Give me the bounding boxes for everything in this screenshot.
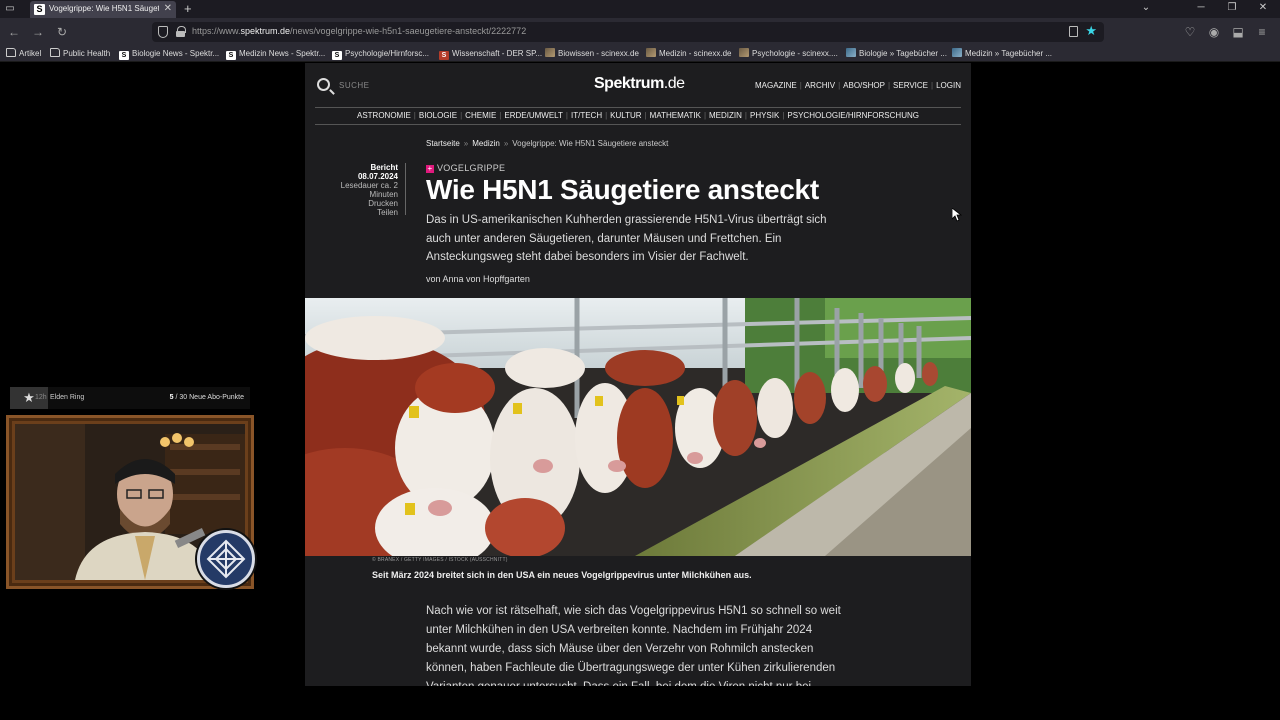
breadcrumb-current: Vogelgrippe: Wie H5N1 Säugetiere ansteck… (512, 139, 669, 148)
reader-view-icon[interactable] (1069, 26, 1078, 37)
url-bar[interactable]: https://www.spektrum.de/news/vogelgrippe… (152, 22, 1104, 42)
nav-mathematik[interactable]: MATHEMATIK (650, 111, 701, 120)
article-type: Bericht (370, 163, 398, 172)
bookmark-medizin-spektrum[interactable]: S Medizin News - Spektr... (226, 48, 325, 60)
reading-time: Lesedauer ca. 2 Minuten (340, 181, 398, 199)
bookmark-public-health[interactable]: Public Health (50, 48, 110, 60)
bookmarks-toolbar: Artikel Public Health S Biologie News - S… (0, 46, 1280, 62)
back-icon[interactable]: ← (8, 26, 20, 38)
image-caption: Seit März 2024 breitet sich in den USA e… (372, 570, 752, 580)
cows-photo (305, 298, 971, 556)
spektrum-favicon: S (226, 51, 236, 60)
close-window-icon[interactable]: ✕ (1256, 2, 1270, 13)
search-icon[interactable] (317, 78, 330, 91)
link-magazine[interactable]: MAGAZINE (755, 81, 797, 90)
tab-title: Vogelgrippe: Wie H5N1 Säugeti (49, 4, 159, 13)
category-nav: ASTRONOMIE | BIOLOGIE | CHEMIE | ERDE/UMWELT | I… (357, 111, 919, 120)
spektrum-favicon: S (332, 51, 342, 60)
nav-biologie[interactable]: BIOLOGIE (419, 111, 457, 120)
menu-icon[interactable]: ≡ (1256, 26, 1268, 38)
new-tab-icon[interactable]: + (184, 1, 192, 16)
nav-kultur[interactable]: KULTUR (610, 111, 641, 120)
image-credit: © BRANEX / GETTY IMAGES / ISTOCK (AUSSCH… (372, 557, 508, 563)
bookmark-biologie-scilogs[interactable]: Biologie » Tagebücher ... (846, 48, 947, 60)
tab-favicon: S (34, 4, 45, 15)
tab-bar: ▭ S Vogelgrippe: Wie H5N1 Säugeti ✕ + ⌄ … (0, 0, 1280, 18)
plus-badge-icon: + (426, 164, 434, 173)
spiegel-favicon: S (439, 51, 449, 60)
scinexx-favicon (739, 48, 749, 57)
nav-it-tech[interactable]: IT/TECH (571, 111, 602, 120)
pocket-icon[interactable]: ♡ (1184, 26, 1196, 38)
meta-divider (405, 163, 406, 215)
link-abo-shop[interactable]: ABO/SHOP (843, 81, 885, 90)
bookmark-biologie-spektrum[interactable]: S Biologie News - Spektr... (119, 48, 219, 60)
nav-physik[interactable]: PHYSIK (750, 111, 779, 120)
divider (315, 107, 961, 108)
bookmark-psychologie-spektrum[interactable]: S Psychologie/Hirnforsc... (332, 48, 429, 60)
tab-list-icon[interactable]: ▭ (4, 3, 16, 15)
chevron-down-icon[interactable]: ⌄ (1139, 2, 1153, 13)
folder-icon (50, 48, 60, 57)
share-link[interactable]: Teilen (325, 208, 398, 217)
stream-info-bar: 12h Elden Ring 5 / 30 Neue Abo-Punkte (35, 387, 250, 409)
channel-emblem-icon (197, 530, 255, 588)
print-link[interactable]: Drucken (325, 199, 398, 208)
scilogs-favicon (846, 48, 856, 57)
minimize-icon[interactable]: ─ (1194, 2, 1208, 13)
bookmark-medizin-scilogs[interactable]: Medizin » Tagebücher ... (952, 48, 1052, 60)
link-login[interactable]: LOGIN (936, 81, 961, 90)
article-author[interactable]: von Anna von Hopffgarten (426, 274, 530, 284)
nav-chemie[interactable]: CHEMIE (465, 111, 496, 120)
spektrum-favicon: S (119, 51, 129, 60)
account-icon[interactable]: ◉ (1208, 26, 1220, 38)
bookmark-medizin-scinexx[interactable]: Medizin - scinexx.de (646, 48, 731, 60)
shield-icon[interactable] (158, 26, 168, 38)
stream-game: Elden Ring (50, 394, 85, 401)
nav-medizin[interactable]: MEDIZIN (709, 111, 742, 120)
tab-close-icon[interactable]: ✕ (164, 3, 172, 14)
breadcrumb-home[interactable]: Startseite (426, 139, 460, 148)
scinexx-favicon (545, 48, 555, 57)
article-lead: Das in US-amerikanischen Kuhherden grass… (426, 214, 827, 263)
navigation-bar: ← → ↻ https://www.spektrum.de/news/vogel… (0, 18, 1280, 46)
restore-icon[interactable]: ❐ (1225, 2, 1239, 13)
article-body: Nach wie vor ist rätselhaft, wie sich da… (426, 605, 841, 686)
hero-image (305, 298, 971, 556)
bookmark-biowissen-scinexx[interactable]: Biowissen - scinexx.de (545, 48, 639, 60)
divider (315, 124, 961, 125)
header-links: MAGAZINE | ARCHIV | ABO/SHOP | SERVICE | LOGIN (754, 81, 961, 90)
article-meta: Bericht 08.07.2024 Lesedauer ca. 2 Minut… (325, 163, 398, 217)
folder-icon (6, 48, 16, 57)
link-service[interactable]: SERVICE (893, 81, 928, 90)
nav-erde-umwelt[interactable]: ERDE/UMWELT (504, 111, 563, 120)
active-tab[interactable]: S Vogelgrippe: Wie H5N1 Säugeti ✕ (30, 1, 176, 18)
bookmark-psychologie-scinexx[interactable]: Psychologie - scinexx.... (739, 48, 838, 60)
lock-icon[interactable] (176, 26, 186, 37)
article-date: 08.07.2024 (357, 172, 398, 181)
nav-psychologie[interactable]: PSYCHOLOGIE/HIRNFORSCHUNG (787, 111, 919, 120)
breadcrumb-medizin[interactable]: Medizin (472, 139, 500, 148)
extensions-icon[interactable]: ⬓ (1232, 26, 1244, 38)
article-kicker: + VOGELGRIPPE (426, 163, 506, 173)
reload-icon[interactable]: ↻ (56, 26, 68, 38)
nav-astronomie[interactable]: ASTRONOMIE (357, 111, 411, 120)
link-archiv[interactable]: ARCHIV (805, 81, 835, 90)
url-text[interactable]: https://www.spektrum.de/news/vogelgrippe… (192, 26, 526, 36)
article-headline: Wie H5N1 Säugetiere ansteckt (426, 174, 819, 205)
search-input[interactable]: SUCHE (339, 81, 370, 90)
sub-goal: 5 / 30 Neue Abo-Punkte (169, 394, 244, 401)
breadcrumb: Startseite» Medizin» Vogelgrippe: Wie H5N1… (426, 139, 669, 148)
bookmark-artikel[interactable]: Artikel (6, 48, 41, 60)
scinexx-favicon (646, 48, 656, 57)
site-logo[interactable]: Spektrum.de (594, 75, 685, 93)
stream-rank: 12h (35, 394, 47, 401)
page-viewport: SUCHE Spektrum.de MAGAZINE | ARCHIV | ABO/SH… (0, 63, 1280, 686)
scilogs-favicon (952, 48, 962, 57)
bookmark-star-icon[interactable]: ★ (1085, 24, 1097, 38)
mouse-cursor-icon (952, 208, 962, 222)
bookmark-spiegel[interactable]: S Wissenschaft - DER SP... (439, 48, 542, 60)
article-page: SUCHE Spektrum.de MAGAZINE | ARCHIV | ABO/SH… (305, 63, 971, 686)
forward-icon[interactable]: → (32, 26, 44, 38)
